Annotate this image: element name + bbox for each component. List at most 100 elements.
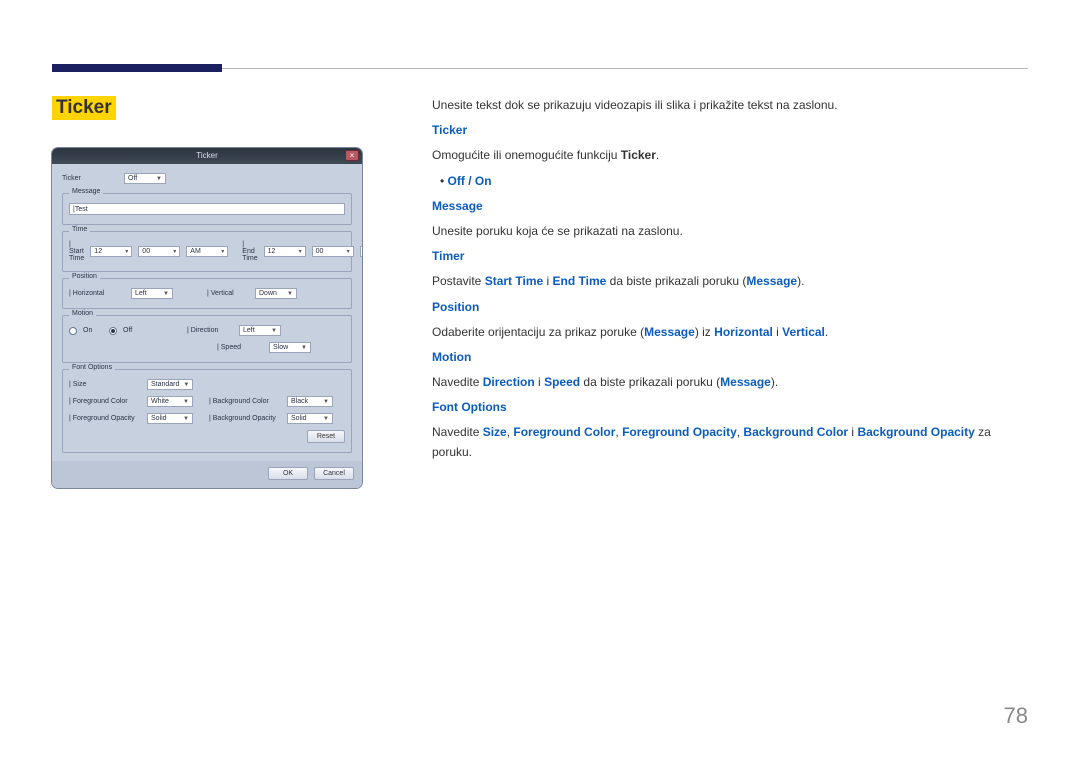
spinner-icon: ▾ xyxy=(221,248,224,255)
motion-group: Motion On Off | Direction Left▼ | Speed … xyxy=(62,315,352,363)
reset-button[interactable]: Reset xyxy=(307,430,345,443)
chapter-bar xyxy=(52,64,222,72)
chevron-down-icon: ▼ xyxy=(183,399,189,405)
size-val: Standard xyxy=(151,381,179,388)
fgcolor-combo[interactable]: White ▼ xyxy=(147,396,193,407)
heading-timer: Timer xyxy=(432,249,464,263)
font-group: Font Options | Size Standard▼ | Foregrou… xyxy=(62,369,352,453)
message-text: Test xyxy=(75,206,88,213)
heading-message: Message xyxy=(432,199,483,213)
horizontal-label: | Horizontal xyxy=(69,290,125,297)
time-legend: Time xyxy=(69,226,90,233)
ok-button[interactable]: OK xyxy=(268,467,308,480)
heading-position: Position xyxy=(432,300,479,314)
start-min[interactable]: 00 ▾ xyxy=(138,246,180,257)
left-column: Ticker Ticker × Ticker Off ▼ Message xyxy=(52,96,372,488)
heading-font: Font Options xyxy=(432,400,507,414)
chevron-down-icon: ▼ xyxy=(183,382,189,388)
chevron-down-icon: ▼ xyxy=(156,176,162,182)
ticker-label: Ticker xyxy=(62,175,118,182)
fgcolor-val: White xyxy=(151,398,169,405)
vertical-combo[interactable]: Down ▼ xyxy=(255,288,297,299)
right-column: Unesite tekst dok se prikazuju videozapi… xyxy=(432,96,1028,488)
page-number: 78 xyxy=(1004,703,1028,729)
page-content: Ticker Ticker × Ticker Off ▼ Message xyxy=(52,96,1028,488)
dialog-body: Ticker Off ▼ Message | Test Time xyxy=(52,164,362,461)
chevron-down-icon: ▼ xyxy=(323,399,329,405)
spinner-icon: ▾ xyxy=(347,248,350,255)
position-group: Position | Horizontal Left▼ | Vertical D… xyxy=(62,278,352,309)
time-group: Time | Start Time 12▾ 00▾ AM▾ | End Time… xyxy=(62,231,352,272)
fgop-label: | Foreground Opacity xyxy=(69,415,141,422)
cancel-button[interactable]: Cancel xyxy=(314,467,354,480)
end-ampm[interactable]: AM▾ xyxy=(360,246,362,257)
horizontal-val: Left xyxy=(135,290,147,297)
message-group: Message | Test xyxy=(62,193,352,225)
start-ampm[interactable]: AM ▾ xyxy=(186,246,228,257)
font-desc: Navedite Size, Foreground Color, Foregro… xyxy=(432,423,1028,461)
motion-legend: Motion xyxy=(69,310,96,317)
speed-val: Slow xyxy=(273,344,288,351)
direction-val: Left xyxy=(243,327,255,334)
dialog-footer: OK Cancel xyxy=(52,461,362,488)
start-time-label: | Start Time xyxy=(69,241,84,262)
bgop-combo[interactable]: Solid ▼ xyxy=(287,413,333,424)
chevron-down-icon: ▼ xyxy=(163,291,169,297)
fgcolor-label: | Foreground Color xyxy=(69,398,141,405)
start-hour-val: 12 xyxy=(94,248,102,255)
chevron-down-icon: ▼ xyxy=(287,291,293,297)
spinner-icon: ▾ xyxy=(125,248,128,255)
message-legend: Message xyxy=(69,188,103,195)
chevron-down-icon: ▼ xyxy=(183,416,189,422)
motion-off-label: Off xyxy=(123,327,145,334)
fgop-combo[interactable]: Solid▼ xyxy=(147,413,193,424)
start-ap-val: AM xyxy=(190,248,201,255)
position-legend: Position xyxy=(69,273,100,280)
end-hour-val: 12 xyxy=(268,248,276,255)
heading-motion: Motion xyxy=(432,350,471,364)
vertical-val: Down xyxy=(259,290,277,297)
motion-desc: Navedite Direction i Speed da biste prik… xyxy=(432,373,1028,392)
bgop-val: Solid xyxy=(291,415,307,422)
end-time-label: | End Time xyxy=(242,241,257,262)
bgcolor-label: | Background Color xyxy=(209,398,281,405)
off-on-bullet: Off / On xyxy=(432,172,1028,191)
dialog-title: Ticker xyxy=(196,151,217,160)
start-hour[interactable]: 12 ▾ xyxy=(90,246,132,257)
size-combo[interactable]: Standard ▼ xyxy=(147,379,193,390)
ticker-desc: Omogućite ili onemogućite funkciju Ticke… xyxy=(432,146,1028,165)
spinner-icon: ▾ xyxy=(299,248,302,255)
spinner-icon: ▾ xyxy=(173,248,176,255)
chevron-down-icon: ▼ xyxy=(323,416,329,422)
end-min[interactable]: 00 ▾ xyxy=(312,246,354,257)
motion-off-radio[interactable] xyxy=(109,327,117,335)
intro-text: Unesite tekst dok se prikazuju videozapi… xyxy=(432,96,1028,115)
start-min-val: 00 xyxy=(142,248,150,255)
ticker-dialog: Ticker × Ticker Off ▼ Message | Test xyxy=(52,148,362,488)
speed-label: | Speed xyxy=(217,344,263,351)
direction-label: | Direction xyxy=(187,327,233,334)
motion-on-label: On xyxy=(83,327,103,334)
close-icon[interactable]: × xyxy=(345,150,359,161)
motion-on-radio[interactable] xyxy=(69,327,77,335)
end-min-val: 00 xyxy=(316,248,324,255)
size-label: | Size xyxy=(69,381,141,388)
dialog-titlebar: Ticker × xyxy=(52,148,362,164)
direction-combo[interactable]: Left ▼ xyxy=(239,325,281,336)
vertical-label: | Vertical xyxy=(207,290,249,297)
bgcolor-val: Black xyxy=(291,398,308,405)
speed-combo[interactable]: Slow ▼ xyxy=(269,342,311,353)
chevron-down-icon: ▼ xyxy=(301,345,307,351)
position-desc: Odaberite orijentaciju za prikaz poruke … xyxy=(432,323,1028,342)
horizontal-combo[interactable]: Left ▼ xyxy=(131,288,173,299)
heading-ticker: Ticker xyxy=(432,123,467,137)
message-desc: Unesite poruku koja će se prikazati na z… xyxy=(432,222,1028,241)
ticker-combo[interactable]: Off ▼ xyxy=(124,173,166,184)
end-hour[interactable]: 12 ▾ xyxy=(264,246,306,257)
message-input[interactable]: | Test xyxy=(69,203,345,215)
bgcolor-combo[interactable]: Black ▼ xyxy=(287,396,333,407)
bgop-label: | Background Opacity xyxy=(209,415,281,422)
ticker-value: Off xyxy=(128,175,137,182)
timer-desc: Postavite Start Time i End Time da biste… xyxy=(432,272,1028,291)
chevron-down-icon: ▼ xyxy=(271,328,277,334)
